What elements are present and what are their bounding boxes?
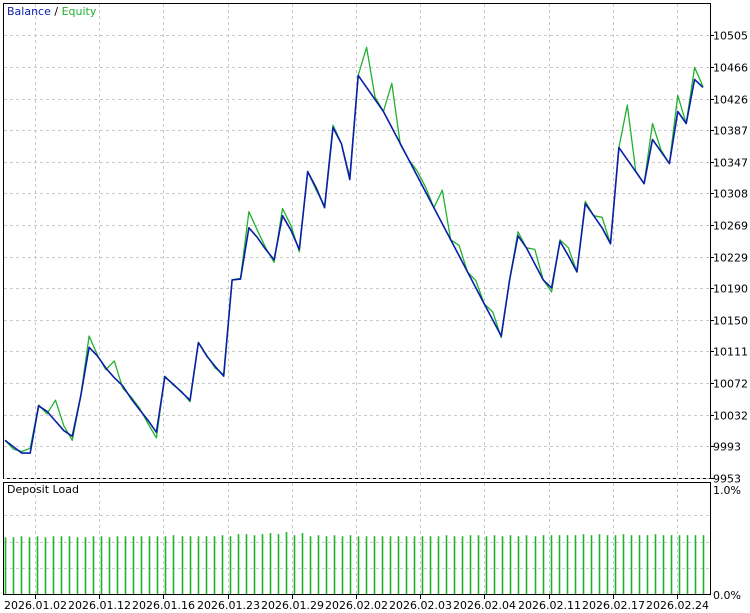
deposit-load-title: Deposit Load (7, 483, 79, 496)
y-tick-label: 10387 (713, 125, 748, 138)
legend: Balance / Equity (7, 5, 97, 18)
deposit-load-axis: 1.0% 0.0% (713, 484, 741, 602)
y-tick-label: 10269 (713, 220, 748, 233)
load-tick-label: 1.0% (713, 484, 741, 497)
y-tick-label: 10426 (713, 94, 748, 107)
y-tick-label: 10032 (713, 410, 748, 423)
x-axis: 2026.01.02 2026.01.12 2026.01.16 2026.01.23… (4, 595, 709, 612)
load-tick-label: 0.0% (713, 589, 741, 602)
x-tick-label: 2026.02.24 (646, 599, 709, 612)
y-tick-label: 10111 (713, 346, 748, 359)
y-tick-label: 10347 (713, 157, 748, 170)
x-tick-label: 2026.02.02 (325, 599, 388, 612)
y-tick-label: 9993 (713, 441, 741, 454)
y-tick-label: 10072 (713, 378, 748, 391)
y-tick-label: 10229 (713, 252, 748, 265)
balance-equity-chart: 10505 10466 10426 10387 10347 10308 10269 10229… (3, 3, 748, 612)
x-tick-label: 2026.02.04 (453, 599, 516, 612)
x-tick-label: 2026.02.17 (582, 599, 645, 612)
y-tick-label: 10190 (713, 283, 748, 296)
x-tick-label: 2026.01.12 (68, 599, 131, 612)
legend-equity: Equity (62, 5, 97, 18)
y-tick-label: 10308 (713, 188, 748, 201)
legend-separator: / (51, 5, 62, 18)
legend-balance: Balance (7, 5, 51, 18)
x-tick-label: 2026.01.29 (261, 599, 324, 612)
x-tick-label: 2026.01.02 (4, 599, 67, 612)
x-tick-label: 2026.02.11 (518, 599, 581, 612)
x-tick-label: 2026.02.03 (389, 599, 452, 612)
y-tick-label: 10150 (713, 315, 748, 328)
x-tick-label: 2026.01.23 (197, 599, 260, 612)
y-tick-label: 10505 (713, 30, 748, 43)
y-tick-label: 10466 (713, 62, 748, 75)
y-axis: 10505 10466 10426 10387 10347 10308 10269 10229… (710, 30, 748, 486)
x-tick-label: 2026.01.16 (132, 599, 195, 612)
